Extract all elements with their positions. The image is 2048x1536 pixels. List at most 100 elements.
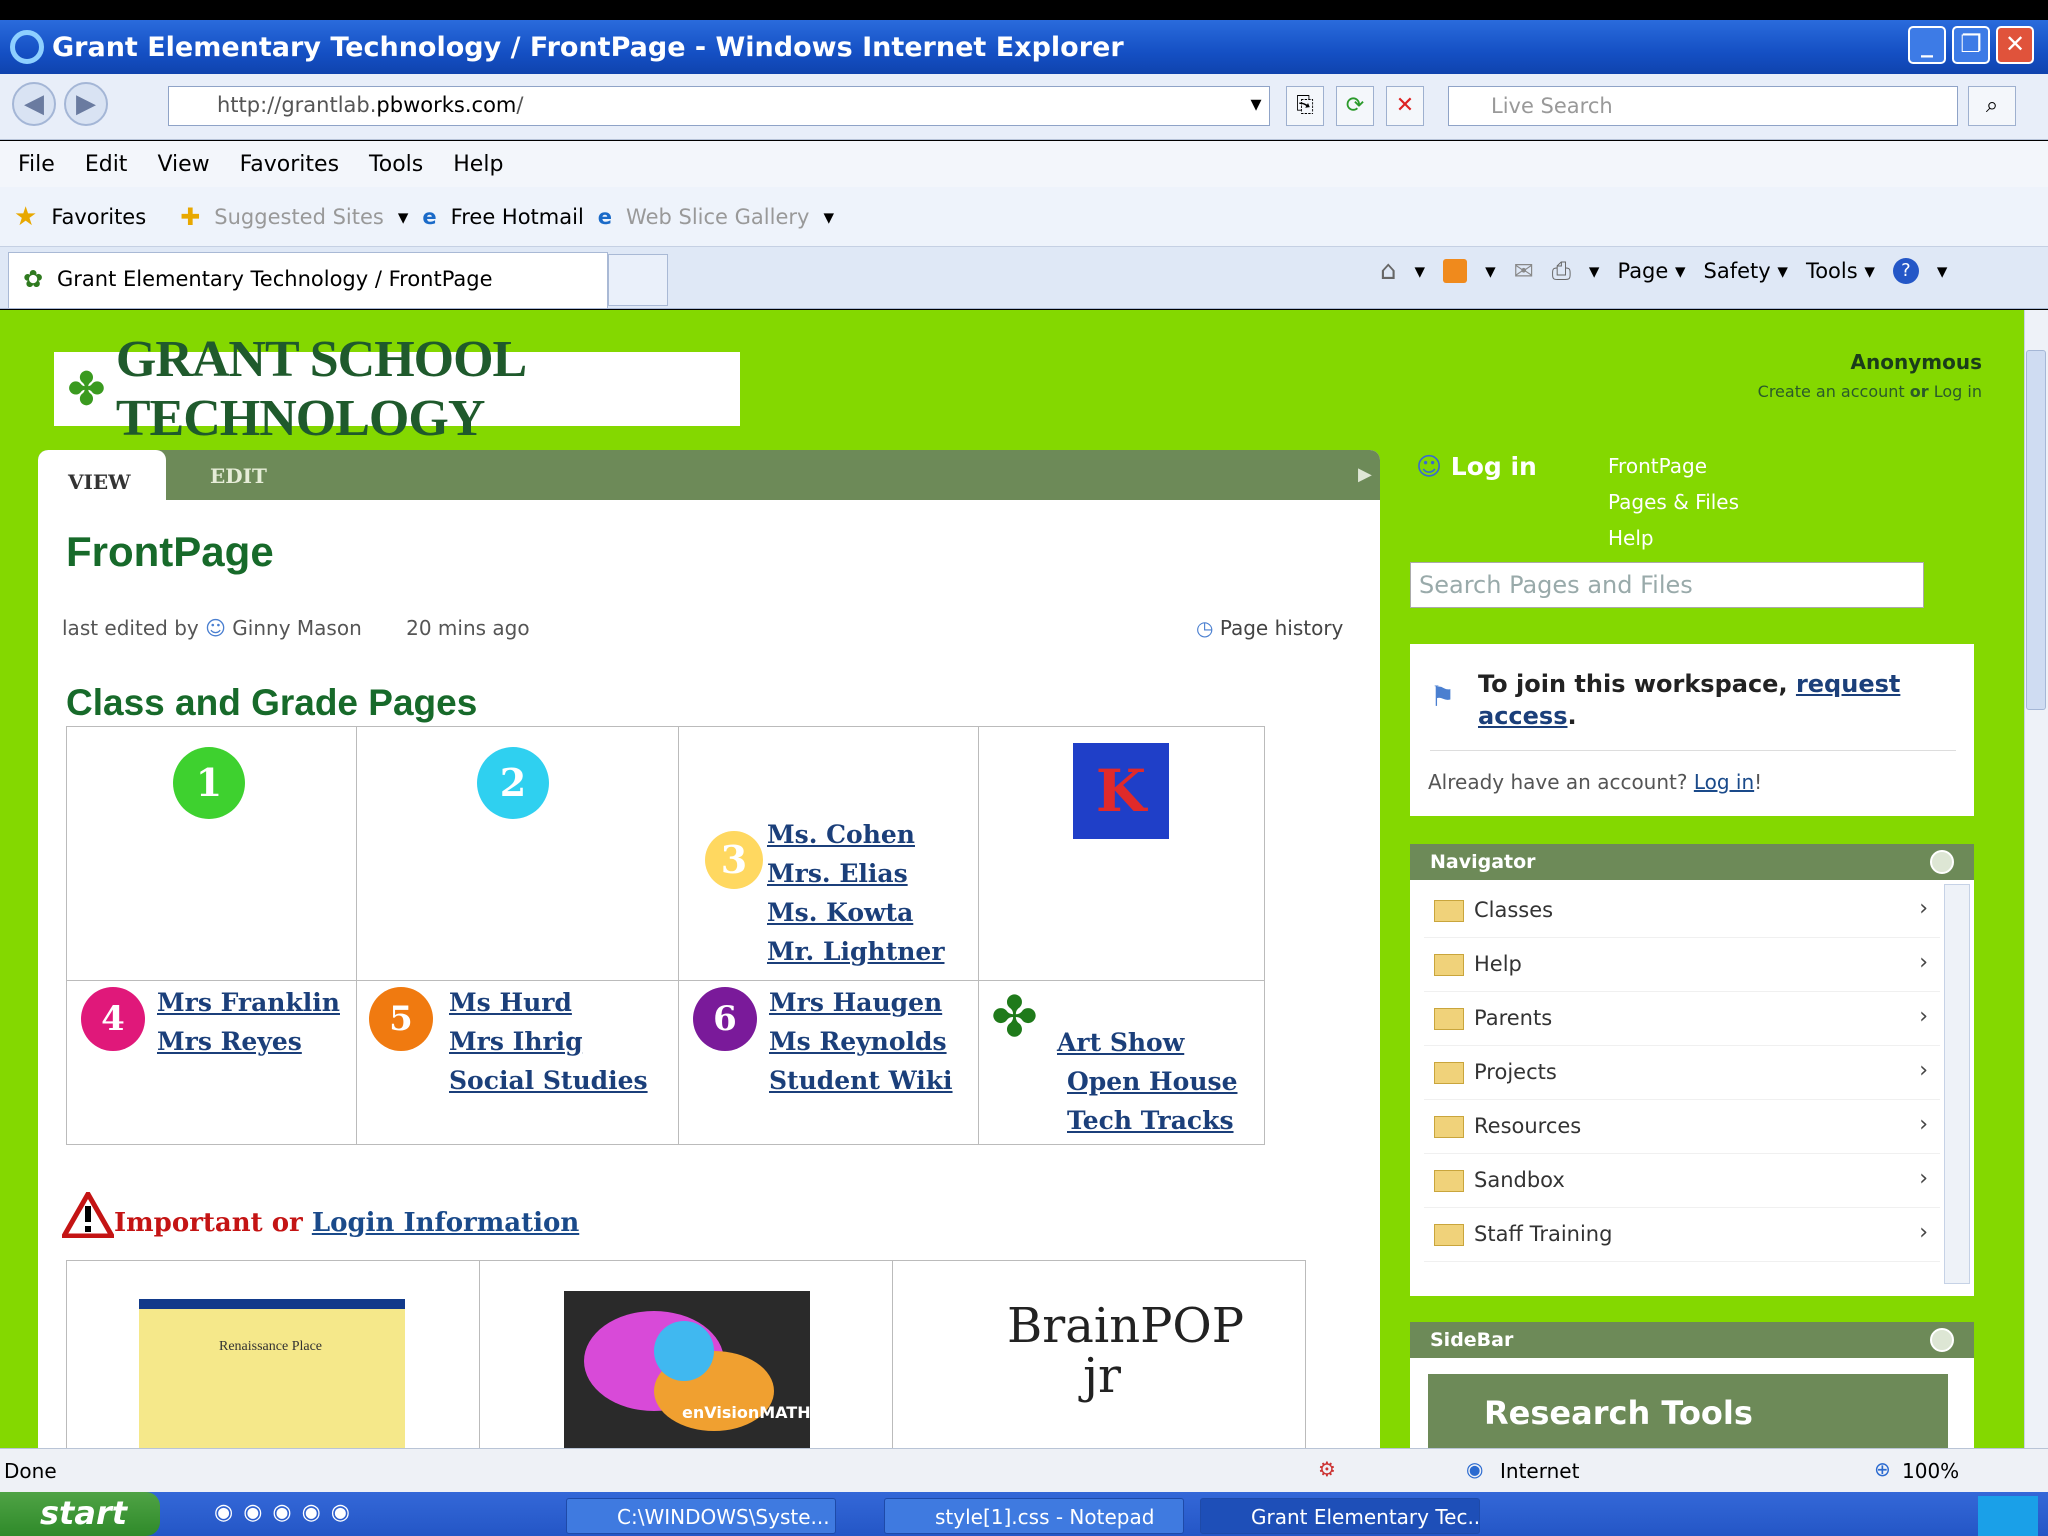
ie-page-icon: e xyxy=(422,204,437,229)
system-tray[interactable] xyxy=(1978,1496,2038,1536)
back-button[interactable]: ◀ xyxy=(12,82,56,126)
menu-favorites[interactable]: Favorites xyxy=(240,152,339,177)
start-button[interactable]: start xyxy=(0,1492,160,1536)
student-wiki-link[interactable]: Student Wiki xyxy=(769,1061,953,1100)
teacher-link-lightner[interactable]: Mr. Lightner xyxy=(767,932,945,971)
nav-item-sandbox[interactable]: Sandbox › xyxy=(1424,1154,1940,1208)
new-tab-button[interactable] xyxy=(608,254,668,306)
teacher-link-reynolds[interactable]: Ms Reynolds xyxy=(769,1022,953,1061)
page-menu[interactable]: Page ▾ xyxy=(1617,259,1685,283)
maximize-button[interactable]: ❐ xyxy=(1952,26,1990,64)
live-search-input[interactable]: Live Search xyxy=(1448,86,1958,126)
nav-item-parents[interactable]: Parents › xyxy=(1424,992,1940,1046)
art-show-link[interactable]: Art Show xyxy=(1057,1023,1238,1062)
teacher-link-haugen[interactable]: Mrs Haugen xyxy=(769,983,953,1022)
web-slice-dropdown-icon[interactable]: ▾ xyxy=(823,205,834,229)
rss-feed-icon[interactable] xyxy=(1443,259,1468,283)
renaissance-place-image[interactable]: Renaissance Place xyxy=(139,1299,405,1450)
social-studies-link[interactable]: Social Studies xyxy=(449,1061,648,1100)
nav-item-classes[interactable]: Classes › xyxy=(1424,884,1940,938)
suggested-sites-link[interactable]: Suggested Sites xyxy=(214,205,384,229)
url-dropdown-icon[interactable]: ▾ xyxy=(1242,86,1270,126)
menu-edit[interactable]: Edit xyxy=(85,152,128,177)
page-history-link[interactable]: ◷ Page history xyxy=(1196,616,1343,640)
task-cmd-window[interactable]: C:\WINDOWS\Syste... xyxy=(566,1498,836,1534)
tech-tracks-link[interactable]: Tech Tracks xyxy=(1067,1101,1238,1140)
suggested-dropdown-icon[interactable]: ▾ xyxy=(398,205,409,229)
site-logo[interactable]: ✤ GRANT SCHOOL TECHNOLOGY xyxy=(54,331,740,447)
help-dropdown-icon[interactable]: ▾ xyxy=(1937,259,1948,283)
status-bar: Done ⚙ ◉ Internet ⊕ 100% xyxy=(0,1448,2048,1492)
nav-item-staff-training[interactable]: Staff Training › xyxy=(1424,1208,1940,1262)
task-notepad-window[interactable]: style[1].css - Notepad xyxy=(884,1498,1184,1534)
read-mail-icon[interactable]: ✉ xyxy=(1514,257,1534,285)
print-dropdown-icon[interactable]: ▾ xyxy=(1589,259,1600,283)
research-tools-banner[interactable]: Research Tools xyxy=(1428,1374,1948,1450)
search-pages-input[interactable]: Search Pages and Files xyxy=(1410,562,1924,608)
zoom-level[interactable]: 100% xyxy=(1902,1459,1959,1483)
teacher-link-elias[interactable]: Mrs. Elias xyxy=(767,854,945,893)
envision-math-image[interactable]: enVisionMATH xyxy=(564,1291,810,1450)
protected-mode-icon[interactable]: ⚙ xyxy=(1318,1457,1336,1481)
teacher-link-reyes[interactable]: Mrs Reyes xyxy=(157,1022,340,1061)
collapse-sidebar-icon[interactable] xyxy=(1930,1328,1954,1352)
panel-expand-icon[interactable]: ▶ xyxy=(1358,464,1372,485)
zoom-icon[interactable]: ⊕ xyxy=(1874,1457,1891,1481)
help-icon[interactable]: ? xyxy=(1892,258,1919,284)
forward-button[interactable]: ▶ xyxy=(64,82,108,126)
nav-item-projects[interactable]: Projects › xyxy=(1424,1046,1940,1100)
home-icon[interactable]: ⌂ xyxy=(1380,256,1397,286)
login-information-link[interactable]: Login Information xyxy=(312,1208,579,1238)
free-hotmail-link[interactable]: Free Hotmail xyxy=(451,205,584,229)
anonymous-user-label: Anonymous xyxy=(1850,350,1982,374)
menu-view[interactable]: View xyxy=(157,152,209,177)
favorites-button[interactable]: Favorites xyxy=(51,205,146,229)
grade-1-splat-icon[interactable]: 1 xyxy=(173,747,245,819)
menu-tools[interactable]: Tools xyxy=(369,152,423,177)
editor-name[interactable]: Ginny Mason xyxy=(232,616,361,640)
feed-dropdown-icon[interactable]: ▾ xyxy=(1485,259,1496,283)
teacher-link-franklin[interactable]: Mrs Franklin xyxy=(157,983,340,1022)
print-icon[interactable]: ⎙ xyxy=(1552,257,1571,285)
frontpage-link[interactable]: FrontPage xyxy=(1608,448,1739,484)
sidebar-login-button[interactable]: ☺ Log in xyxy=(1416,452,1537,481)
safety-menu[interactable]: Safety ▾ xyxy=(1704,259,1788,283)
kindergarten-icon[interactable]: K xyxy=(1073,743,1169,839)
home-dropdown-icon[interactable]: ▾ xyxy=(1415,259,1426,283)
stop-icon[interactable]: ✕ xyxy=(1386,86,1424,126)
open-house-link[interactable]: Open House xyxy=(1067,1062,1238,1101)
teacher-link-kowta[interactable]: Ms. Kowta xyxy=(767,893,945,932)
nav-item-help[interactable]: Help › xyxy=(1424,938,1940,992)
brainpop-jr-image[interactable]: BrainPOP jr xyxy=(1007,1301,1244,1450)
menu-file[interactable]: File xyxy=(18,152,55,177)
task-ie-window[interactable]: Grant Elementary Tec... xyxy=(1200,1498,1480,1534)
teacher-link-cohen[interactable]: Ms. Cohen xyxy=(767,815,945,854)
menu-help[interactable]: Help xyxy=(453,152,503,177)
navigator-scrollbar[interactable] xyxy=(1944,884,1970,1284)
web-slice-gallery-link[interactable]: Web Slice Gallery xyxy=(626,205,809,229)
quick-launch-icons[interactable]: ◉◉◉◉◉ xyxy=(214,1500,360,1525)
grade-2-splat-icon[interactable]: 2 xyxy=(477,747,549,819)
url-input[interactable]: http://grantlab.pbworks.com/ xyxy=(168,86,1270,126)
collapse-navigator-icon[interactable] xyxy=(1930,850,1954,874)
page-scrollbar-thumb[interactable] xyxy=(2026,350,2046,710)
minimize-button[interactable]: _ xyxy=(1908,26,1946,64)
compat-view-icon[interactable]: ⎘ xyxy=(1286,86,1324,126)
folder-icon xyxy=(1434,900,1464,922)
view-tab[interactable]: VIEW xyxy=(38,450,166,506)
nav-item-resources[interactable]: Resources › xyxy=(1424,1100,1940,1154)
add-favorite-icon[interactable]: ✚ xyxy=(180,203,200,231)
teacher-link-ihrig[interactable]: Mrs Ihrig xyxy=(449,1022,648,1061)
search-icon[interactable]: ⌕ xyxy=(1968,86,2016,126)
create-account-link[interactable]: Create an account xyxy=(1758,382,1905,401)
close-button[interactable]: ✕ xyxy=(1996,26,2034,64)
already-login-link[interactable]: Log in xyxy=(1694,770,1754,794)
refresh-icon[interactable]: ⟳ xyxy=(1336,86,1374,126)
edit-tab[interactable]: EDIT xyxy=(210,464,267,488)
tools-menu[interactable]: Tools ▾ xyxy=(1806,259,1875,283)
header-login-link[interactable]: Log in xyxy=(1934,382,1982,401)
help-link[interactable]: Help xyxy=(1608,520,1739,556)
pages-files-link[interactable]: Pages & Files xyxy=(1608,484,1739,520)
browser-tab[interactable]: ✿ Grant Elementary Technology / FrontPag… xyxy=(8,252,608,308)
teacher-link-hurd[interactable]: Ms Hurd xyxy=(449,983,648,1022)
